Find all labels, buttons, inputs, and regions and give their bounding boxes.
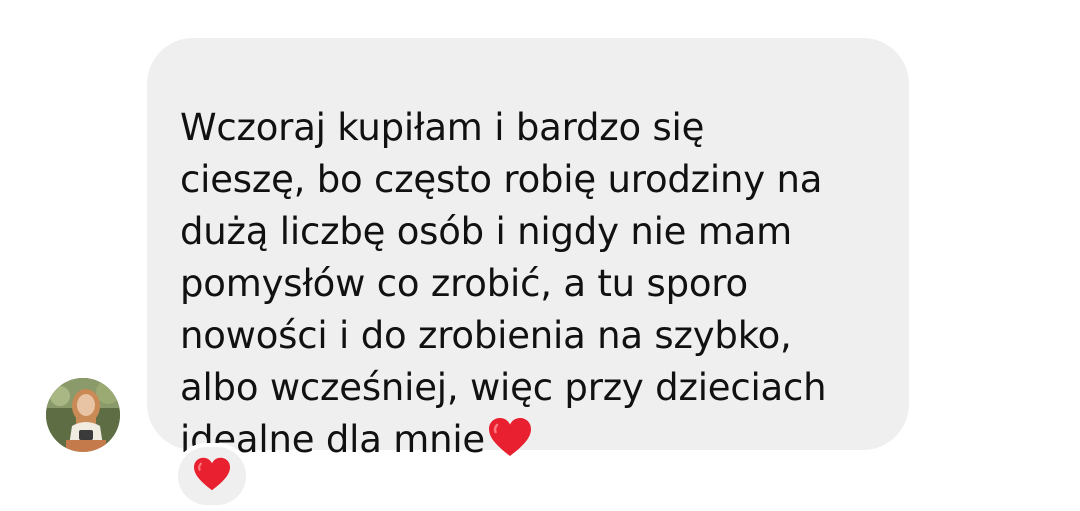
message-body: Wczoraj kupiłam i bardzo się cieszę, bo … <box>180 106 827 461</box>
message-bubble[interactable]: Wczoraj kupiłam i bardzo się cieszę, bo … <box>147 38 909 461</box>
heart-reaction[interactable] <box>174 443 250 509</box>
avatar-image <box>46 378 120 452</box>
chat-thread: Wczoraj kupiłam i bardzo się cieszę, bo … <box>0 0 1080 511</box>
red-heart-icon <box>487 416 533 472</box>
red-heart-icon <box>192 456 232 496</box>
message-text: Wczoraj kupiłam i bardzo się cieszę, bo … <box>180 102 873 472</box>
sender-avatar[interactable] <box>46 378 120 452</box>
